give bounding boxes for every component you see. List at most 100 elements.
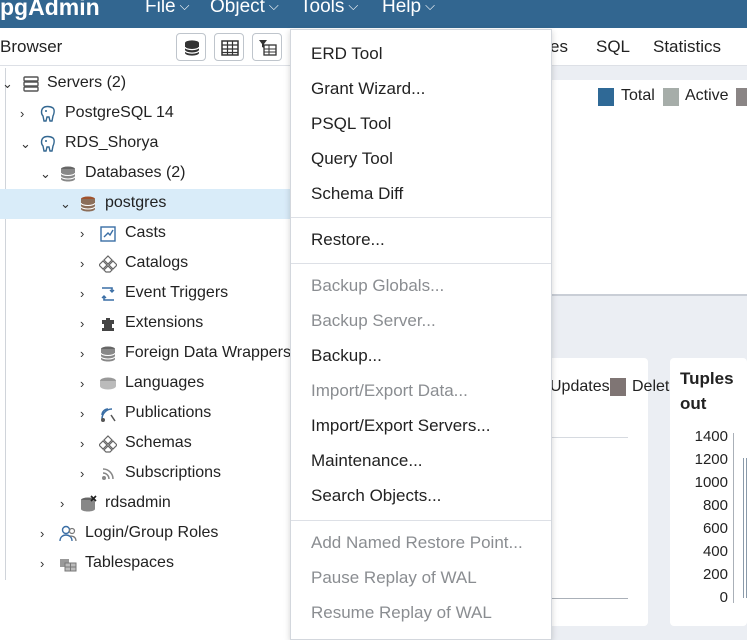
- tree-item-databases[interactable]: ⌄ Databases (2): [0, 159, 290, 189]
- chevron-down-icon[interactable]: ⌄: [2, 77, 13, 91]
- tab-properties[interactable]: es: [550, 37, 568, 57]
- tree-item-label: postgres: [105, 194, 167, 211]
- tree-item-languages[interactable]: › Languages: [0, 369, 290, 399]
- chevron-down-icon[interactable]: ⌄: [20, 137, 31, 151]
- menu-item-backup[interactable]: Backup...: [291, 340, 551, 374]
- menu-item-label: Import/Export Servers...: [311, 416, 491, 435]
- chevron-down-icon[interactable]: ⌄: [40, 167, 51, 181]
- chevron-right-icon[interactable]: ›: [60, 497, 64, 511]
- menu-item-add-named-restore-point: Add Named Restore Point...: [291, 527, 551, 561]
- tree-item-event-triggers[interactable]: › Event Triggers: [0, 279, 290, 309]
- tree-item-schemas[interactable]: › Schemas: [0, 429, 290, 459]
- tree-item-label: Event Triggers: [125, 284, 229, 301]
- legend-label-active: Active: [685, 87, 729, 104]
- legend-swatch-active: [663, 88, 679, 106]
- y-axis-line: [733, 433, 734, 603]
- menu-tools[interactable]: Tools ⌵: [300, 0, 358, 18]
- legend-label-updates: Updates: [550, 378, 610, 395]
- tree-item-postgres[interactable]: ⌄ postgres: [0, 189, 290, 219]
- menu-item-label: ERD Tool: [311, 44, 383, 63]
- menu-object[interactable]: Object ⌵: [210, 0, 279, 18]
- view-data-button[interactable]: [214, 33, 244, 61]
- tree-item-postgresql-14[interactable]: › PostgreSQL 14: [0, 99, 290, 129]
- menu-item-label: PSQL Tool: [311, 114, 392, 133]
- tree-item-foreign-data-wrappers[interactable]: › Foreign Data Wrappers: [0, 339, 290, 369]
- tree-item-label: Foreign Data Wrappers: [125, 344, 290, 361]
- databases-icon: [60, 166, 76, 182]
- menu-item-grant-wizard[interactable]: Grant Wizard...: [291, 73, 551, 107]
- menu-item-label: Add Named Restore Point...: [311, 533, 523, 552]
- postgres-elephant-icon: [40, 105, 55, 122]
- tree-item-casts[interactable]: › Casts: [0, 219, 290, 249]
- menu-separator: [291, 263, 551, 264]
- y-tick-label: 1200: [694, 451, 728, 468]
- tree-item-label: Languages: [125, 374, 205, 391]
- menu-file[interactable]: File ⌵: [145, 0, 189, 18]
- tree-item-label: Catalogs: [125, 254, 189, 271]
- tree-item-login-group-roles[interactable]: › Login/Group Roles: [0, 519, 290, 549]
- chevron-right-icon[interactable]: ›: [80, 407, 84, 421]
- axis-line: [552, 598, 628, 599]
- menu-item-label: Backup Server...: [311, 311, 436, 330]
- tree-item-label: PostgreSQL 14: [65, 104, 174, 121]
- menu-item-query-tool[interactable]: Query Tool: [291, 143, 551, 177]
- menu-item-schema-diff[interactable]: Schema Diff: [291, 178, 551, 212]
- menu-help[interactable]: Help ⌵: [382, 0, 435, 18]
- chart-title: Tuples out: [680, 369, 734, 413]
- database-icon: [184, 40, 200, 56]
- chevron-right-icon[interactable]: ›: [80, 347, 84, 361]
- menu-item-pause-replay-wal: Pause Replay of WAL: [291, 562, 551, 596]
- chevron-right-icon[interactable]: ›: [80, 287, 84, 301]
- chevron-right-icon[interactable]: ›: [80, 227, 84, 241]
- languages-icon: [100, 377, 116, 390]
- data-spike: [743, 458, 747, 598]
- tree-item-extensions[interactable]: › Extensions: [0, 309, 290, 339]
- tab-sql[interactable]: SQL: [596, 37, 630, 57]
- chevron-right-icon[interactable]: ›: [80, 467, 84, 481]
- tree-item-label: RDS_Shorya: [65, 134, 159, 151]
- tree-item-label: Publications: [125, 404, 212, 421]
- chevron-right-icon[interactable]: ›: [40, 527, 44, 541]
- menu-item-backup-server: Backup Server...: [291, 305, 551, 339]
- chevron-right-icon[interactable]: ›: [80, 377, 84, 391]
- menu-item-restore[interactable]: Restore...: [291, 224, 551, 258]
- tree-item-label: rdsadmin: [105, 494, 171, 511]
- chevron-right-icon[interactable]: ›: [40, 557, 44, 571]
- tree-item-publications[interactable]: › Publications: [0, 399, 290, 429]
- tree-item-label: Casts: [125, 224, 166, 241]
- chevron-right-icon[interactable]: ›: [80, 317, 84, 331]
- tree-item-rds-shorya[interactable]: ⌄ RDS_Shorya: [0, 129, 290, 159]
- menu-item-label: Resume Replay of WAL: [311, 603, 492, 622]
- filter-rows-button[interactable]: [252, 33, 282, 61]
- y-tick-label: 1400: [694, 428, 728, 445]
- table-icon: [221, 40, 239, 56]
- chevron-right-icon[interactable]: ›: [80, 437, 84, 451]
- menu-item-label: Backup...: [311, 346, 382, 365]
- menu-item-search-objects[interactable]: Search Objects...: [291, 480, 551, 514]
- gridline: [552, 437, 628, 438]
- tab-statistics[interactable]: Statistics: [653, 37, 721, 57]
- publications-icon: [101, 408, 116, 422]
- menu-item-erd-tool[interactable]: ERD Tool: [291, 38, 551, 72]
- tree-item-label: Servers (2): [47, 74, 127, 91]
- menu-item-psql-tool[interactable]: PSQL Tool: [291, 108, 551, 142]
- schemas-icon: [99, 435, 117, 453]
- menu-item-maintenance[interactable]: Maintenance...: [291, 445, 551, 479]
- y-tick-label: 200: [702, 566, 728, 583]
- tree-item-servers[interactable]: ⌄ Servers (2): [0, 69, 290, 99]
- menu-item-import-export-servers[interactable]: Import/Export Servers...: [291, 410, 551, 444]
- menu-item-label: Maintenance...: [311, 451, 423, 470]
- chevron-down-icon[interactable]: ⌄: [60, 197, 71, 211]
- chevron-down-icon: ⌵: [268, 0, 279, 13]
- tree-item-tablespaces[interactable]: › Tablespaces: [0, 549, 290, 579]
- tree-item-catalogs[interactable]: › Catalogs: [0, 249, 290, 279]
- tree-item-subscriptions[interactable]: › Subscriptions: [0, 459, 290, 489]
- menu-item-label: Search Objects...: [311, 486, 442, 505]
- chevron-right-icon[interactable]: ›: [80, 257, 84, 271]
- servers-icon: [23, 76, 39, 92]
- menu-item-label: Backup Globals...: [311, 276, 445, 295]
- object-explorer-button[interactable]: [176, 33, 206, 61]
- tree-item-label: Extensions: [125, 314, 204, 331]
- tree-item-rdsadmin[interactable]: › rdsadmin: [0, 489, 290, 519]
- chevron-right-icon[interactable]: ›: [20, 107, 24, 121]
